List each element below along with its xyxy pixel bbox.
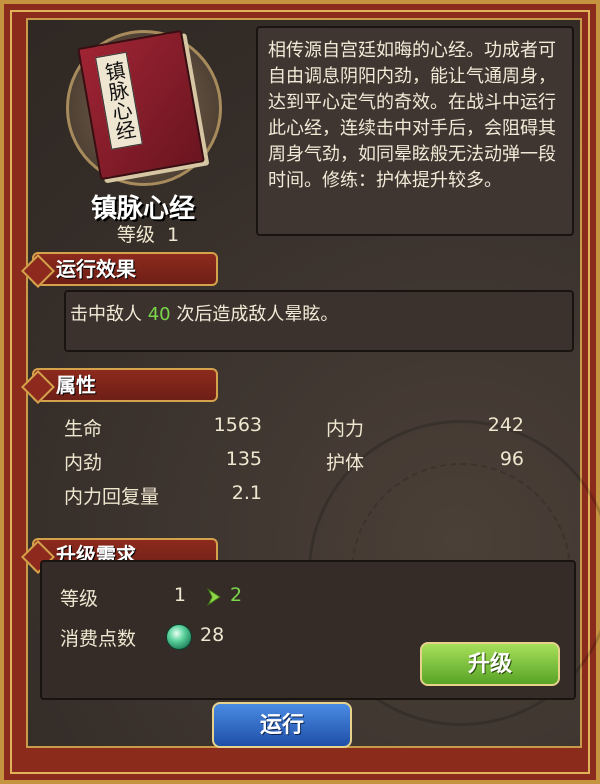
attr-label-defense: 护体 xyxy=(326,452,365,474)
upgrade-level-label: 等级 xyxy=(60,588,99,610)
attr-label-mp: 内力 xyxy=(326,418,365,440)
skill-description: 相传源自宫廷如晦的心经。功成者可自由调息阴阳内劲，能让气通周身，达到平心定气的奇… xyxy=(268,40,556,191)
skill-panel: 镇脉心经 镇脉心经 等级 1 相传源自宫廷如晦的心经。功成者可自由调息阴阳内劲，… xyxy=(26,18,600,748)
attr-label-hp: 生命 xyxy=(64,418,103,440)
attr-label-mp-regen: 内力回复量 xyxy=(64,486,160,508)
attributes-section-title: 属性 xyxy=(32,368,218,402)
attr-value-power: 135 xyxy=(225,448,262,470)
skill-level-label: 等级 xyxy=(116,224,155,246)
upgrade-level-from: 1 xyxy=(173,584,186,606)
attr-value-defense: 96 xyxy=(499,448,524,470)
book-label: 镇脉心经 xyxy=(95,51,143,150)
effect-section-title-text: 运行效果 xyxy=(56,257,136,281)
effect-text-before: 击中敌人 xyxy=(70,304,148,325)
chevron-right-icon xyxy=(206,588,221,606)
attr-value-mp: 242 xyxy=(487,414,524,436)
upgrade-cost-value: 28 xyxy=(200,624,225,646)
attributes-section-title-text: 属性 xyxy=(56,373,96,397)
upgrade-level-to: 2 xyxy=(230,584,243,606)
description-box: 相传源自宫廷如晦的心经。功成者可自由调息阴阳内劲，能让气通周身，达到平心定气的奇… xyxy=(256,26,574,236)
effect-text: 击中敌人 40 次后造成敌人晕眩。 xyxy=(70,300,338,326)
effect-text-after: 次后造成敌人晕眩。 xyxy=(170,304,339,325)
skill-level-value: 1 xyxy=(166,224,180,246)
attr-label-power: 内劲 xyxy=(64,452,103,474)
gem-icon xyxy=(166,624,192,650)
window-frame: 镇脉心经 镇脉心经 等级 1 相传源自宫廷如晦的心经。功成者可自由调息阴阳内劲，… xyxy=(0,0,600,784)
upgrade-cost-label: 消费点数 xyxy=(60,628,137,650)
effect-section-title: 运行效果 xyxy=(32,252,218,286)
run-button[interactable]: 运行 xyxy=(212,702,352,748)
effect-count: 40 xyxy=(147,304,171,325)
skill-level: 等级 1 xyxy=(78,220,218,247)
attr-value-hp: 1563 xyxy=(213,414,262,436)
book-icon[interactable]: 镇脉心经 xyxy=(77,29,205,181)
upgrade-button[interactable]: 升级 xyxy=(420,642,560,686)
attr-value-mp-regen: 2.1 xyxy=(231,482,262,504)
